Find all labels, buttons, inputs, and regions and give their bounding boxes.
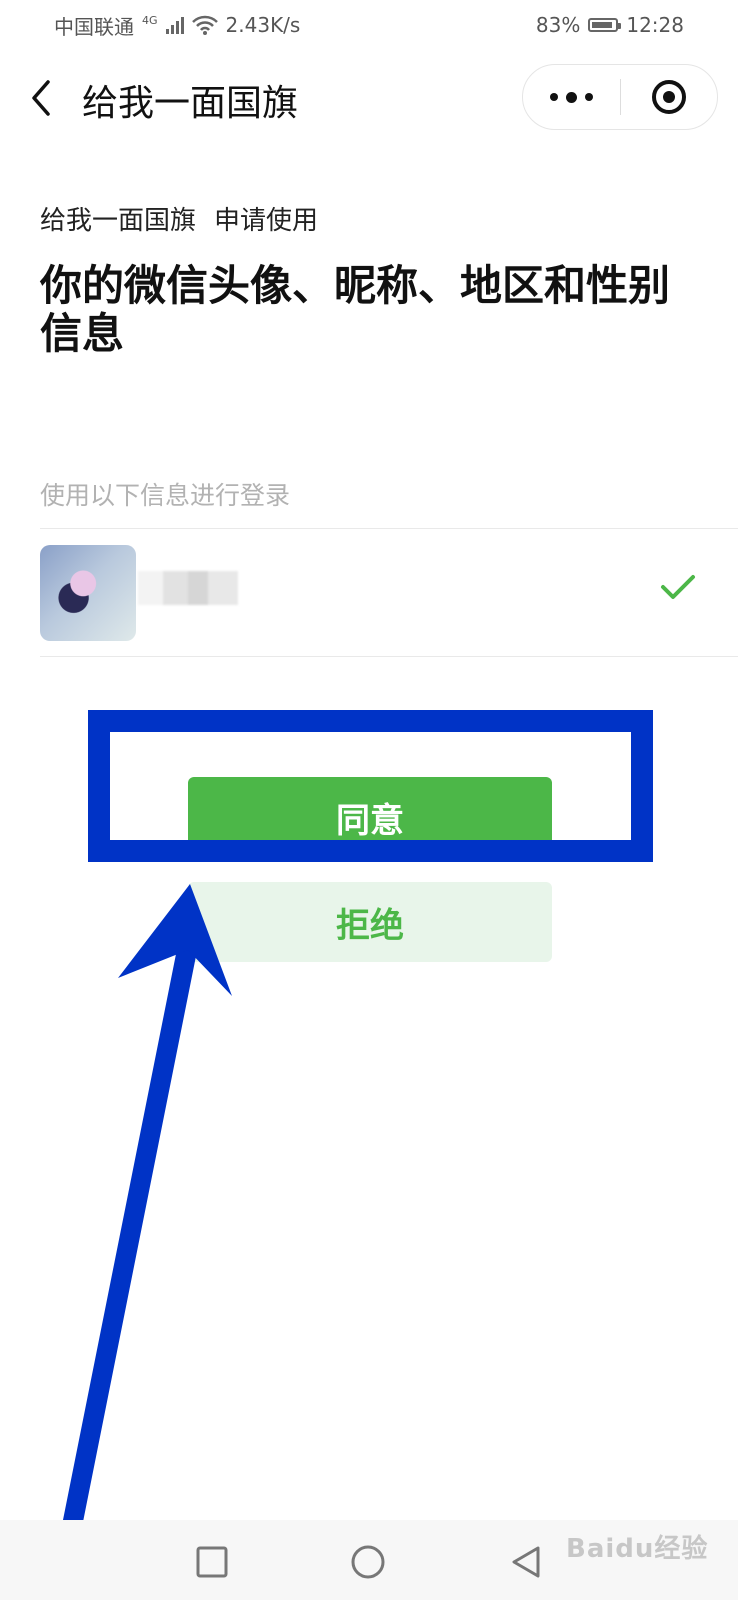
status-left: 中国联通 4G 2.43K/s [54,11,300,40]
clock: 12:28 [626,13,684,37]
target-circle-icon [651,80,686,114]
page: 中国联通 4G 2.43K/s 83% 12:28 给我一面国旗 给我一面国旗 … [0,0,738,1600]
divider-top [40,528,738,529]
triangle-back-icon[interactable] [504,1540,548,1584]
battery-percent: 83% [535,13,581,37]
divider-bottom [40,656,738,657]
check-icon [661,575,695,599]
square-icon[interactable] [190,1540,234,1584]
annotation-highlight-box [88,710,653,862]
permission-headline: 你的微信头像、昵称、地区和性别信息 [40,261,671,358]
close-miniprogram-button[interactable] [620,65,717,129]
carrier-label: 中国联通 [54,14,134,39]
status-bar: 中国联通 4G 2.43K/s 83% 12:28 [0,0,738,50]
app-name: 给我一面国旗 [40,206,197,236]
app-request-line: 给我一面国旗 申请使用 [40,200,318,237]
login-hint: 使用以下信息进行登录 [40,481,291,510]
wifi-icon [191,15,218,35]
account-row[interactable] [40,545,720,641]
avatar [40,545,136,641]
watermark-logo: Baidu经验 [566,1534,709,1564]
menu-capsule [522,64,718,130]
request-label: 申请使用 [214,206,319,236]
reject-button[interactable]: 拒绝 [188,882,552,962]
network-type: 4G [142,13,158,27]
chevron-left-icon[interactable] [26,78,56,118]
circle-icon[interactable] [346,1540,390,1584]
status-right: 83% 12:28 [536,13,684,37]
battery-icon [588,18,622,32]
more-dots-icon[interactable] [523,65,620,129]
signal-icon [165,16,184,34]
nav-bar: 给我一面国旗 [0,50,738,146]
network-speed: 2.43K/s [225,13,301,37]
nav-title: 给我一面国旗 [82,83,299,124]
blurred-nickname [138,571,238,605]
